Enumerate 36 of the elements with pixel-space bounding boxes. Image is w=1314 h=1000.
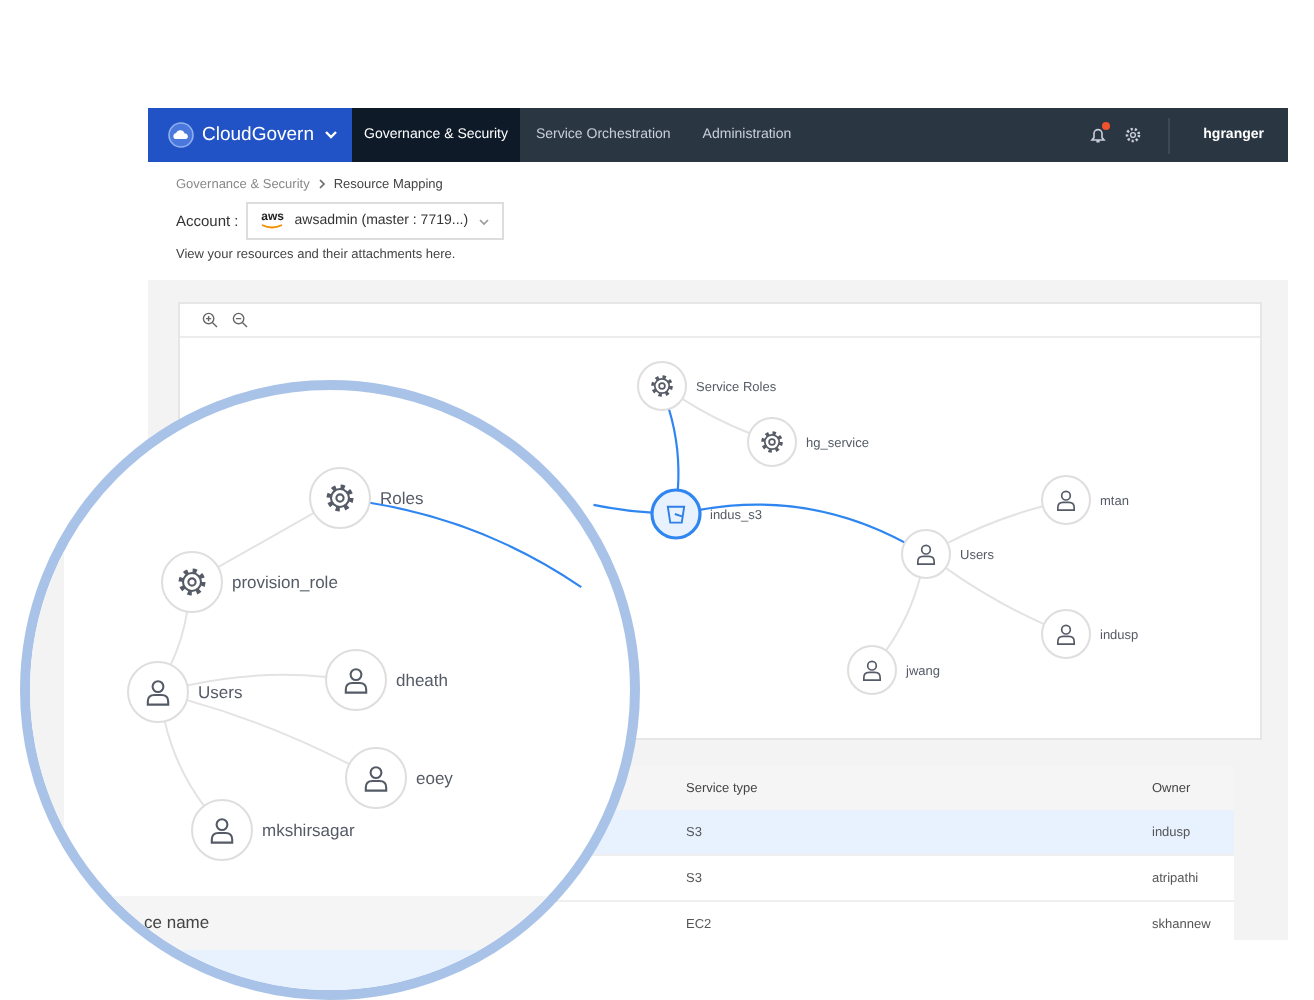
gear-icon <box>326 484 354 512</box>
node-label: dheath <box>396 669 448 690</box>
person-icon <box>1057 490 1075 511</box>
person-icon <box>146 680 170 706</box>
person-icon <box>344 668 368 694</box>
gear-icon <box>761 431 783 453</box>
zoom-out-button[interactable] <box>232 312 248 328</box>
person-icon <box>364 766 388 792</box>
graph-node[interactable] <box>650 488 702 540</box>
caret-icon[interactable] <box>324 130 338 140</box>
connector <box>186 673 328 687</box>
connector <box>593 503 653 514</box>
node-label: eoey <box>416 767 453 788</box>
gear-icon <box>178 568 206 596</box>
column-header[interactable]: ce name <box>144 912 210 932</box>
node-label: Users <box>198 681 243 702</box>
settings-icon[interactable] <box>1123 126 1142 144</box>
node-label: Roles <box>380 487 424 508</box>
connector <box>169 610 189 666</box>
connector <box>884 576 922 652</box>
connector <box>217 511 315 569</box>
person-icon <box>1057 624 1075 645</box>
node-label: provision_role <box>232 571 338 592</box>
bell-icon[interactable] <box>1089 126 1106 144</box>
connector <box>944 566 1046 626</box>
bucket-icon <box>666 505 686 524</box>
chevron-icon <box>317 178 326 190</box>
caret-icon <box>478 217 491 225</box>
gear-icon <box>651 375 673 397</box>
person-icon <box>210 818 234 844</box>
person-icon <box>863 660 881 681</box>
person-icon <box>917 544 935 565</box>
connector <box>946 505 1044 545</box>
logo-icon <box>168 122 194 148</box>
node-label: mkshirsagar <box>262 819 355 840</box>
zoom-in-button[interactable] <box>202 312 218 328</box>
